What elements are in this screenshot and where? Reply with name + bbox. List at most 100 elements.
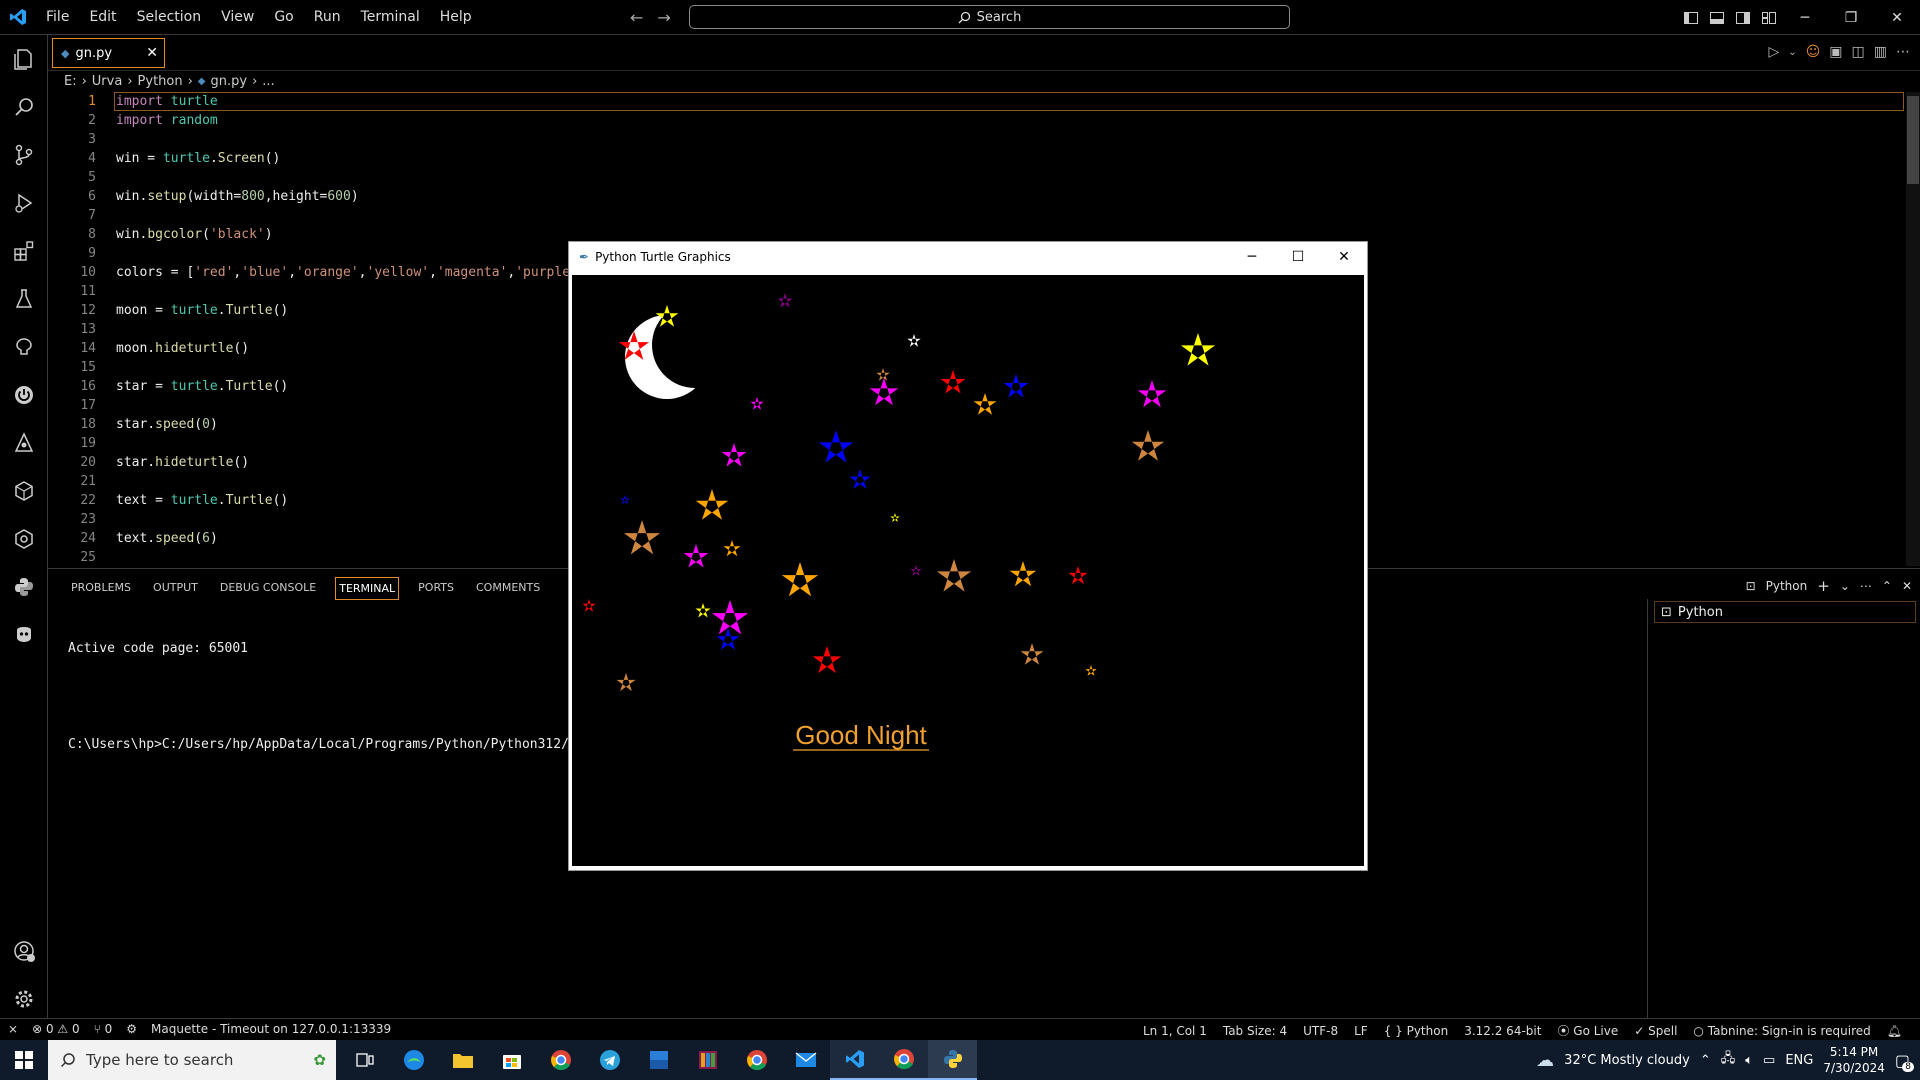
customize-layout-icon[interactable] [1756,0,1782,35]
more-actions-icon[interactable]: ⋯ [1860,579,1872,593]
tab-comments[interactable]: COMMENTS [473,577,543,600]
settings-gear-icon[interactable] [0,975,48,1023]
breadcrumb-symbol[interactable]: ... [262,74,274,89]
open-changes-icon[interactable]: ◫ [1852,44,1865,60]
tab-gn-py[interactable]: ◆ gn.py ✕ [52,38,165,68]
maquette-status[interactable]: Maquette - Timeout on 127.0.0.1:13339 [151,1022,391,1036]
python-icon[interactable] [0,563,48,611]
turtle-minimize-button[interactable]: ─ [1229,242,1275,272]
close-panel-icon[interactable]: ✕ [1902,579,1912,593]
editor-scrollbar[interactable] [1906,92,1920,566]
winrar-icon[interactable] [683,1040,732,1080]
cursor-position[interactable]: Ln 1, Col 1 [1143,1024,1207,1038]
new-terminal-icon[interactable]: + [1817,577,1830,595]
menu-terminal[interactable]: Terminal [351,0,430,35]
task-view-icon[interactable] [340,1040,389,1080]
toggle-secondary-sidebar-icon[interactable] [1730,0,1756,35]
run-python-file-icon[interactable]: ▷ [1769,44,1780,60]
more-actions-icon[interactable]: ⋯ [1896,44,1910,60]
split-editor-icon[interactable]: ▥ [1874,44,1887,60]
deploy-icon[interactable] [0,419,48,467]
run-debug-icon[interactable] [0,179,48,227]
extension-face-icon[interactable]: ☺ [1806,44,1821,60]
ports-status[interactable]: ⑂ 0 [94,1022,113,1036]
menu-view[interactable]: View [211,0,264,35]
remote-indicator-icon[interactable]: ⨯ [8,1022,18,1036]
turtle-close-button[interactable]: ✕ [1321,242,1367,272]
go-live[interactable]: ⦿ Go Live [1557,1022,1618,1039]
language-mode[interactable]: { } Python [1384,1024,1449,1038]
line-ending[interactable]: LF [1354,1024,1368,1038]
python-turtle-taskbar-icon[interactable] [928,1040,977,1080]
tabnine-status[interactable]: ○ Tabnine: Sign-in is required [1693,1024,1870,1038]
blue-app-icon[interactable] [634,1040,683,1080]
chrome-icon-2[interactable] [732,1040,781,1080]
search-view-icon[interactable] [0,83,48,131]
mail-icon[interactable] [781,1040,830,1080]
terminal-output[interactable]: Active code page: 65001 C:\Users\hp>C:/U… [68,609,624,785]
menu-help[interactable]: Help [430,0,482,35]
back-arrow-icon[interactable]: ← [630,8,643,27]
chrome-icon[interactable] [536,1040,585,1080]
clock[interactable]: 5:14 PM 7/30/2024 [1823,1044,1885,1076]
accounts-icon[interactable] [0,927,48,975]
terminal-list-item[interactable]: ⊡ Python [1654,601,1916,623]
tab-problems[interactable]: PROBLEMS [68,577,134,600]
close-tab-icon[interactable]: ✕ [146,45,158,61]
testing-flask-icon[interactable] [0,275,48,323]
menu-go[interactable]: Go [264,0,303,35]
menu-edit[interactable]: Edit [79,0,126,35]
menu-selection[interactable]: Selection [127,0,212,35]
command-center-search[interactable]: Search [689,5,1290,29]
toggle-primary-sidebar-icon[interactable] [1678,0,1704,35]
copilot-chat-icon[interactable] [0,611,48,659]
power-icon[interactable] [0,371,48,419]
cube-extension-icon[interactable] [0,467,48,515]
telegram-icon[interactable] [585,1040,634,1080]
file-explorer-icon[interactable] [438,1040,487,1080]
remote-explorer-icon[interactable] [0,323,48,371]
vscode-taskbar-icon[interactable] [830,1040,879,1080]
minimize-button[interactable]: ─ [1782,0,1828,35]
notifications-bell-icon[interactable]: 🔔︎ [1887,1024,1902,1038]
language-indicator[interactable]: ENG [1785,1053,1813,1068]
turtle-maximize-button[interactable]: ☐ [1275,242,1321,272]
chevron-down-icon[interactable]: ⌄ [1788,47,1796,58]
debug-icon[interactable]: ⚙ [126,1022,137,1036]
shell-label[interactable]: Python [1766,579,1808,593]
chevron-down-icon[interactable]: ⌄ [1840,579,1850,593]
tray-chevron-up-icon[interactable]: ⌃ [1700,1053,1711,1068]
tab-output[interactable]: OUTPUT [150,577,201,600]
problems-status[interactable]: ⊗ 0 ⚠ 0 [32,1022,80,1036]
chrome-active-icon[interactable] [879,1040,928,1080]
preview-icon[interactable]: ▣ [1829,44,1842,60]
weather-text[interactable]: 32°C Mostly cloudy [1564,1053,1690,1068]
toggle-panel-icon[interactable] [1704,0,1730,35]
weather-cloud-icon[interactable]: ☁ [1536,1050,1554,1071]
windows-start-icon[interactable] [0,1040,48,1080]
network-icon[interactable]: 🖧︎ [1721,1049,1736,1071]
tab-ports[interactable]: PORTS [415,577,457,600]
edge-browser-icon[interactable] [389,1040,438,1080]
python-interpreter[interactable]: 3.12.2 64-bit [1464,1024,1541,1038]
breadcrumb-folder-urva[interactable]: Urva [92,74,123,89]
menu-file[interactable]: File [36,0,79,35]
scrollbar-thumb[interactable] [1907,96,1919,184]
microsoft-store-icon[interactable] [487,1040,536,1080]
extensions-icon[interactable] [0,227,48,275]
encoding[interactable]: UTF-8 [1303,1024,1338,1038]
maximize-panel-icon[interactable]: ⌃ [1882,579,1892,593]
breadcrumb-drive[interactable]: E: [64,74,77,89]
spell-check[interactable]: ✓ Spell [1634,1024,1677,1038]
breadcrumb-file[interactable]: gn.py [211,74,248,89]
volume-icon[interactable]: 🔈︎ [1745,1053,1753,1068]
explorer-icon[interactable] [0,35,48,83]
tab-debug-console[interactable]: DEBUG CONSOLE [217,577,319,600]
taskbar-search-input[interactable]: Type here to search ✿ [48,1040,336,1080]
menu-run[interactable]: Run [304,0,351,35]
device-icon[interactable]: ▭ [1763,1053,1775,1068]
notification-center-icon[interactable]: ▢ 8 [1895,1051,1914,1072]
tab-size[interactable]: Tab Size: 4 [1223,1024,1287,1038]
tab-terminal[interactable]: TERMINAL [335,577,400,600]
source-control-icon[interactable] [0,131,48,179]
